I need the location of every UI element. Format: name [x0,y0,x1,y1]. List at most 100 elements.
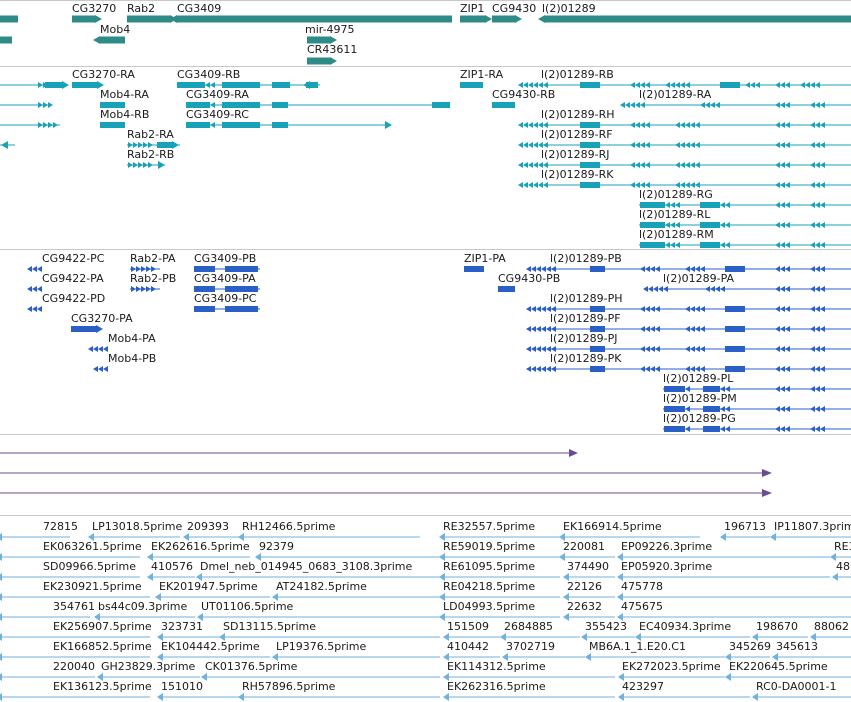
ests-label: 3702719 [506,640,555,653]
strand-arrow [640,142,645,148]
strand-arrow [820,222,825,228]
strand-arrow [785,386,790,392]
strand-tip [93,36,100,44]
ests-label: EK201947.5prime [159,580,258,593]
strand-arrow [785,426,790,432]
strand-arrow [531,326,536,332]
exon-block[interactable] [460,82,483,88]
strand-arrow [645,266,650,272]
strand-arrow [705,286,710,292]
strand-arrow [38,102,43,108]
exon-block[interactable] [720,82,740,88]
strand-tip [585,653,591,661]
strand-arrow [640,102,645,108]
strand-arrow [655,326,660,332]
ests-label: RH12466.5prime [242,520,336,533]
strand-arrow [815,326,820,332]
strand-arrow [645,366,650,372]
exon-block[interactable] [272,102,288,108]
strand-arrow [138,162,143,168]
cds-block[interactable] [464,266,484,272]
cds-block[interactable] [725,326,745,332]
protein-track[interactable] [27,266,851,432]
strand-tip [563,613,569,621]
strand-arrow [640,346,645,352]
strand-arrow [815,222,820,228]
strand-arrow [780,366,785,372]
proteins-label: CG9430-PB [498,272,560,285]
gene-bar[interactable] [0,15,18,23]
strand-tip [569,449,578,457]
cds-block[interactable] [498,286,515,292]
cds-block[interactable] [71,326,96,332]
transcript-track[interactable] [0,81,851,248]
strand-arrow [133,162,138,168]
strand-arrow [820,286,825,292]
exon-block[interactable] [72,82,97,88]
exon-block[interactable] [222,122,260,128]
strand-arrow [720,286,725,292]
strand-arrow [690,122,695,128]
proteins-label: l(2)01289-PF [550,312,621,325]
gene-bar[interactable] [307,57,330,65]
gene-bar[interactable] [100,36,125,44]
gene-bar[interactable] [72,15,95,23]
gene-bar[interactable] [545,15,851,23]
cds-block[interactable] [590,366,605,372]
strand-arrow [635,162,640,168]
strand-arrow [815,366,820,372]
ests-label: 410442 [447,640,489,653]
cds-block[interactable] [725,306,745,312]
cds-block[interactable] [725,346,745,352]
strand-arrow [820,426,825,432]
strand-tip [443,693,449,701]
strand-arrow [640,266,645,272]
strand-arrow [640,326,645,332]
exon-block[interactable] [45,82,62,88]
exon-block[interactable] [580,182,600,188]
genes-label: Mob4 [100,23,130,36]
strand-tip [0,593,2,601]
exon-block[interactable] [640,242,665,248]
cds-block[interactable] [590,266,605,272]
genes-label: l(2)01289 [542,2,596,15]
strand-tip [96,325,103,333]
strand-arrow [48,122,53,128]
ests-label: RE61095.5prime [443,560,535,573]
est-track[interactable] [0,533,851,701]
exon-block[interactable] [272,122,288,128]
strand-arrow [526,346,531,352]
ests-label: 88062 [814,620,849,633]
strand-arrow [785,182,790,188]
strand-arrow [785,102,790,108]
strand-arrow [685,306,690,312]
gene-bar[interactable] [0,36,12,44]
exon-block[interactable] [272,82,290,88]
exon-block[interactable] [492,102,515,108]
strand-arrow [775,386,780,392]
strand-arrow [815,426,820,432]
strand-arrow [680,122,685,128]
strand-arrow [810,366,815,372]
gene-bar[interactable] [177,15,452,23]
exon-block[interactable] [100,122,125,128]
strand-arrow [518,182,523,188]
strand-arrow [820,306,825,312]
exon-block[interactable] [432,102,450,108]
proteins-label: CG3409-PC [194,292,257,305]
cds-block[interactable] [225,306,258,312]
alignment-track[interactable] [0,449,772,497]
ests-label: MB6A.1_1.E20.C1 [589,640,686,653]
exon-block[interactable] [580,82,600,88]
ests-label: 48 [836,560,850,573]
strand-arrow [725,426,730,432]
exon-block[interactable] [306,82,318,88]
gene-bar[interactable] [492,15,515,23]
gene-bar[interactable] [460,15,485,23]
ests-label: 151010 [161,680,203,693]
transcripts-label: l(2)01289-RF [541,128,613,141]
strand-arrow [775,426,780,432]
strand-arrow [541,306,546,312]
gene-bar[interactable] [127,15,170,23]
proteins-label: l(2)01289-PL [663,372,734,385]
